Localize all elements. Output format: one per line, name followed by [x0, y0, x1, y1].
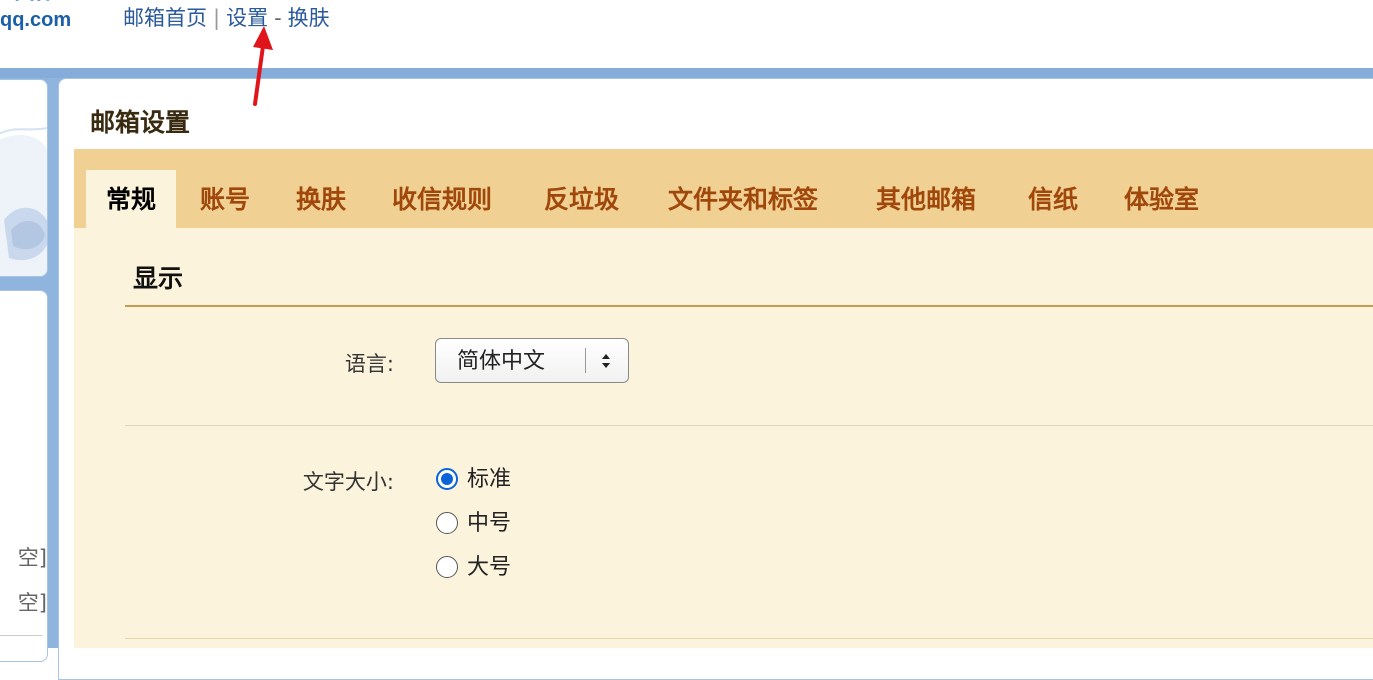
tab-folders-and-tags[interactable]: 文件夹和标签	[668, 170, 818, 228]
tab-labs[interactable]: 体验室	[1124, 170, 1199, 228]
updown-caret-icon	[602, 354, 610, 368]
top-navigation: 邮箱首页 | 设置 - 换肤	[123, 3, 330, 33]
tab-skin[interactable]: 换肤	[296, 170, 346, 228]
tab-account[interactable]: 账号	[200, 170, 250, 228]
logo-text: 邮箱	[0, 0, 86, 4]
nav-dash: -	[274, 6, 282, 30]
left-skin-panel	[0, 79, 48, 277]
folder-empty-label[interactable]: 空]	[0, 542, 47, 572]
logo-domain[interactable]: qq.com	[0, 8, 71, 32]
page-title: 邮箱设置	[90, 108, 191, 137]
select-divider	[585, 348, 586, 373]
radio-button[interactable]	[436, 512, 458, 534]
tab-anti-spam[interactable]: 反垃圾	[544, 170, 619, 228]
tab-stationery[interactable]: 信纸	[1028, 170, 1078, 228]
row-divider	[125, 425, 1373, 426]
section-title-display: 显示	[133, 264, 184, 293]
left-folder-panel: 空] 空]	[0, 290, 48, 662]
row-divider	[125, 638, 1373, 639]
settings-content-area	[74, 228, 1373, 648]
radio-button-checked[interactable]	[436, 468, 458, 490]
red-arrow-icon	[253, 26, 273, 106]
radio-button[interactable]	[436, 556, 458, 578]
decorative-swirl-icon	[0, 127, 47, 276]
language-select-value: 简体中文	[457, 349, 546, 374]
font-size-label: 文字大小:	[302, 470, 394, 494]
radio-label: 中号	[467, 511, 512, 536]
divider	[0, 635, 43, 636]
radio-label: 标准	[467, 467, 512, 492]
nav-skin-link[interactable]: 换肤	[288, 3, 330, 33]
language-select[interactable]: 简体中文	[435, 338, 629, 383]
background-band-top	[0, 68, 1373, 78]
section-divider	[125, 305, 1373, 307]
radio-label: 大号	[467, 555, 512, 580]
nav-mail-home-link[interactable]: 邮箱首页	[123, 3, 207, 33]
language-label: 语言:	[344, 352, 394, 376]
tab-general[interactable]: 常规	[86, 170, 177, 228]
tab-other-mailboxes[interactable]: 其他邮箱	[876, 170, 976, 228]
nav-separator: |	[213, 6, 221, 30]
tab-mail-rules[interactable]: 收信规则	[392, 170, 492, 228]
folder-empty-label[interactable]: 空]	[0, 587, 47, 617]
